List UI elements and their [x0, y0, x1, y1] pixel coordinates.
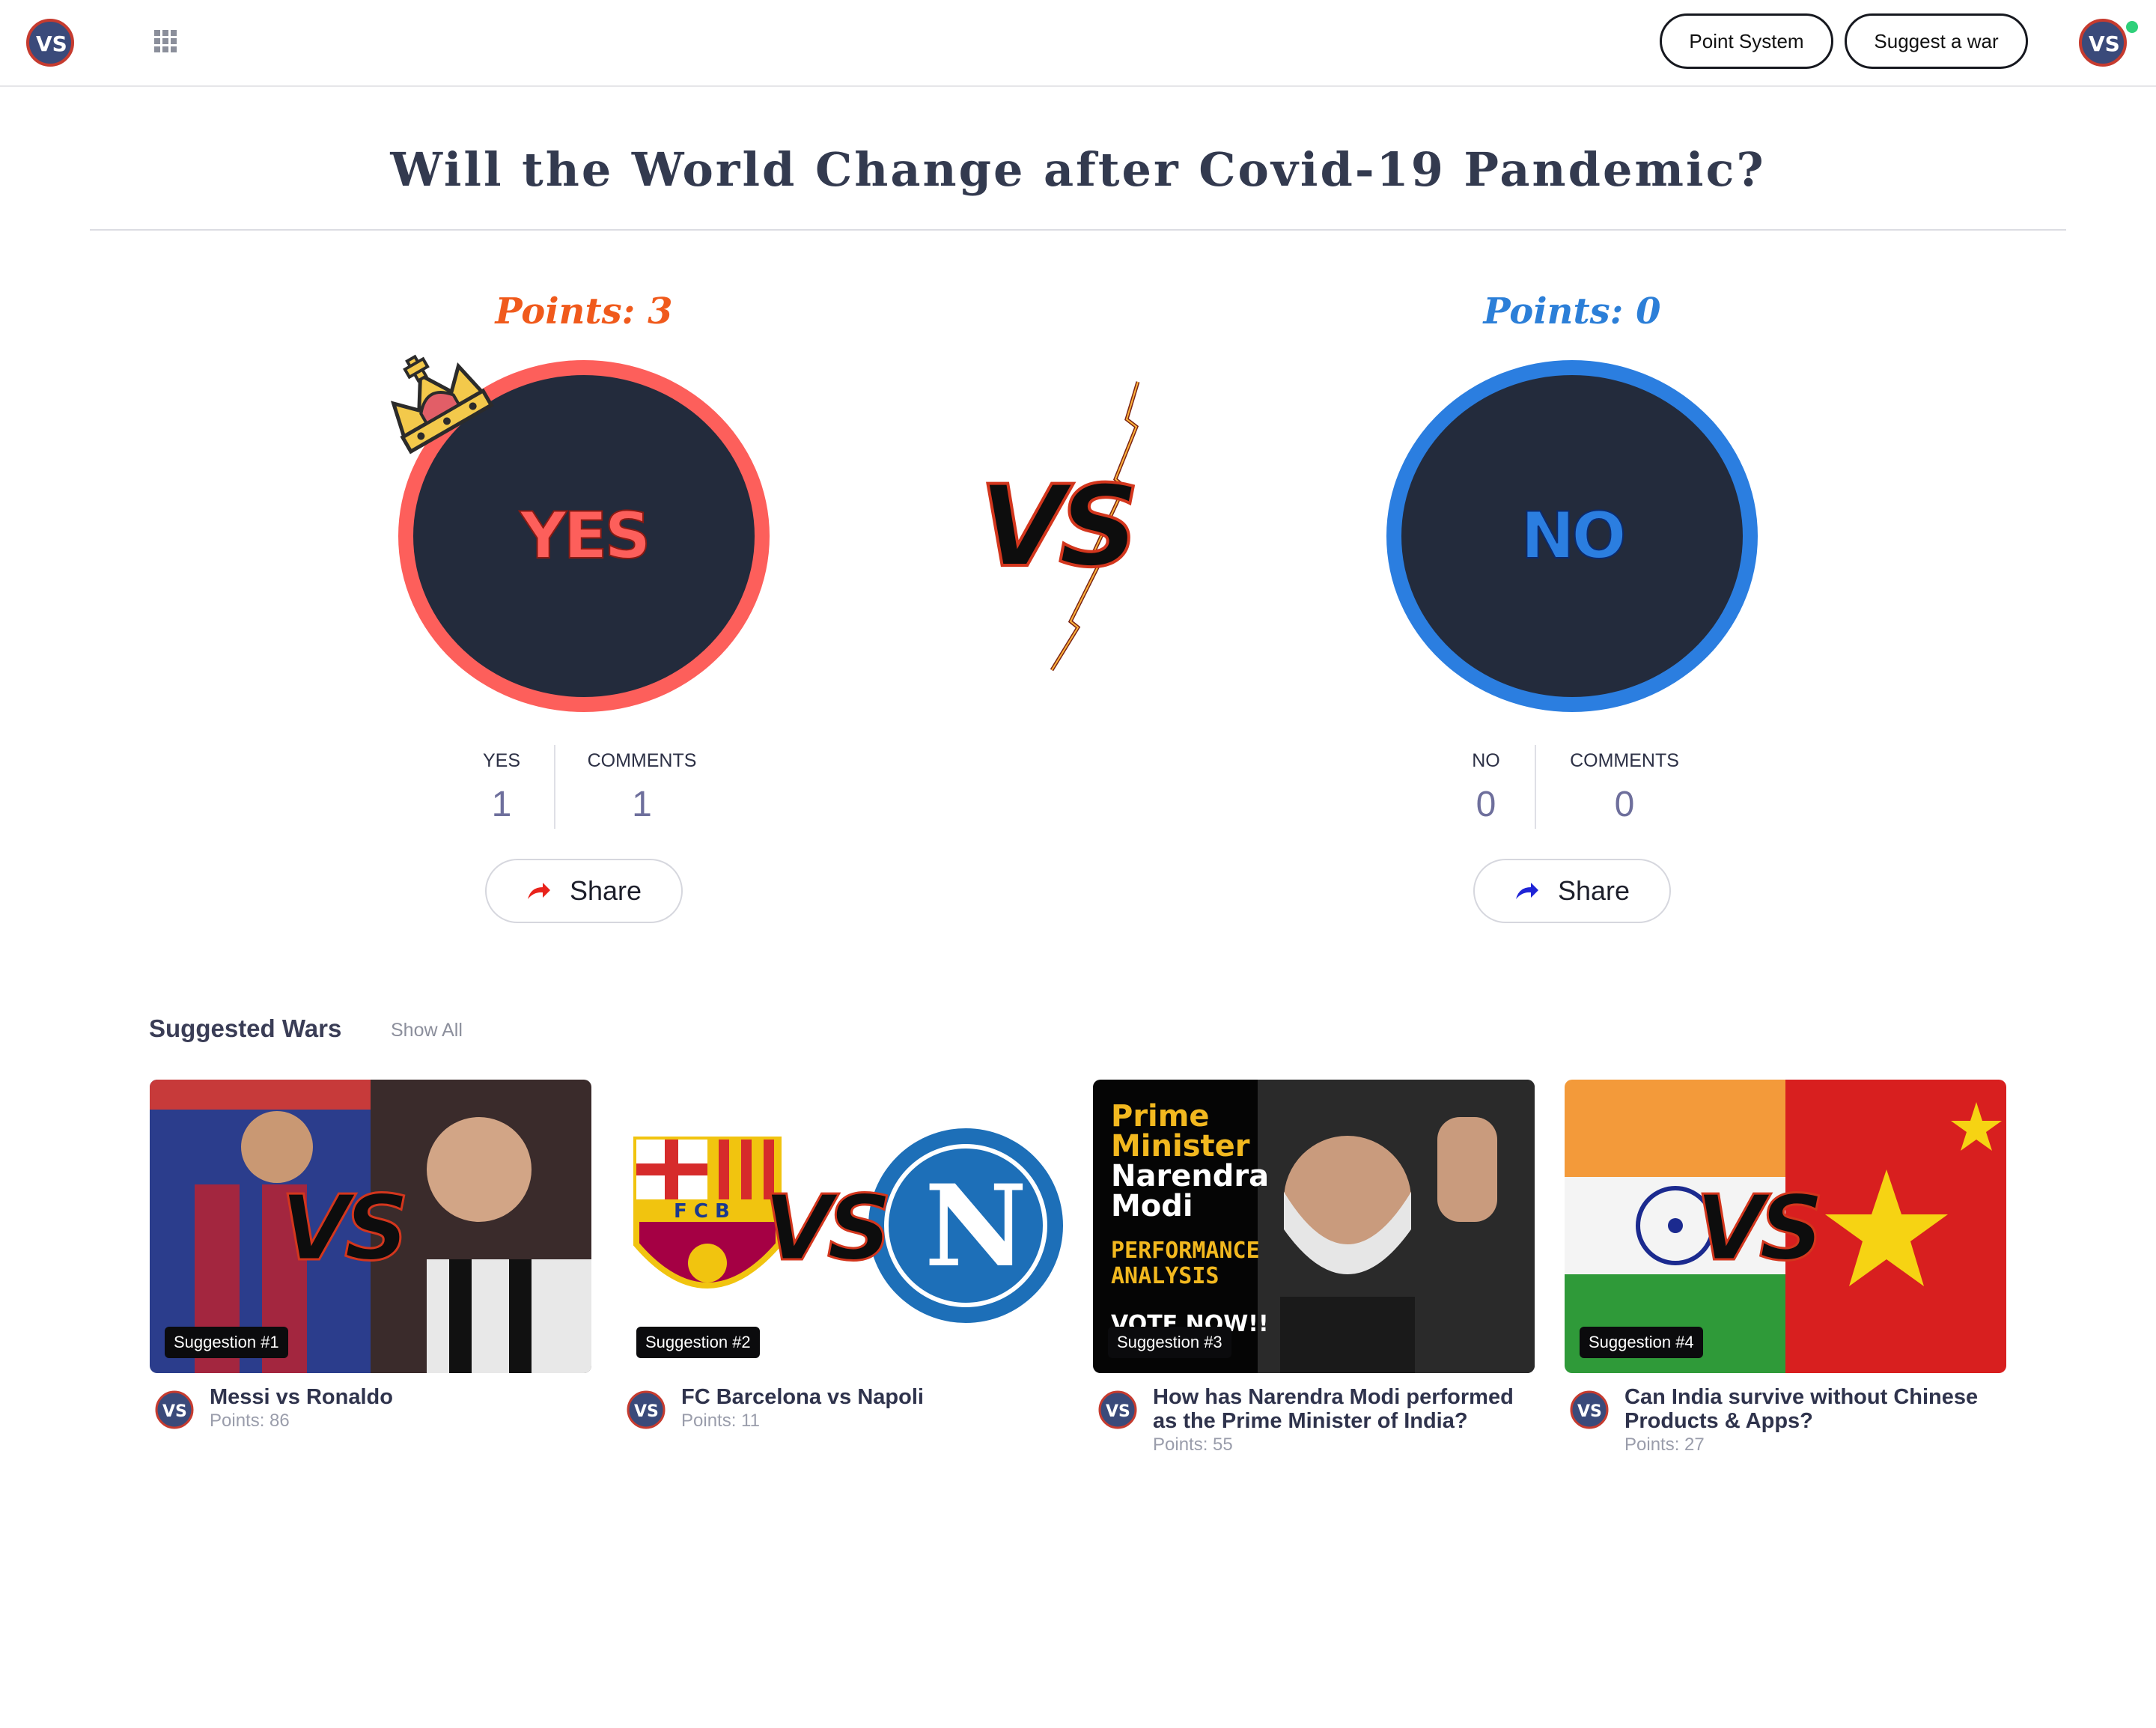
suggestion-card-4-thumbnail[interactable]: VS Suggestion #4 [1565, 1080, 2006, 1373]
no-comments-value: 0 [1614, 785, 1635, 824]
suggestion-card-3-thumbnail[interactable]: Prime Minister Narendra Modi PERFORMANCE… [1093, 1080, 1535, 1373]
svg-text:VS: VS [1577, 1402, 1602, 1421]
suggested-wars-heading: Suggested Wars [149, 1014, 342, 1042]
yes-points: Points: 3 [495, 290, 673, 332]
title-divider [90, 229, 2066, 231]
no-vote-circle[interactable]: NO [1386, 360, 1758, 712]
crown-icon [390, 354, 494, 454]
yes-share-label: Share [569, 875, 642, 906]
yes-circle-label: YES [520, 498, 652, 574]
no-votes-value: 0 [1476, 785, 1496, 824]
yes-comments-value: 1 [632, 785, 652, 824]
no-stat-divider [1535, 745, 1536, 829]
yes-comments-stat: COMMENTS 1 [576, 750, 707, 825]
svg-text:VS: VS [1696, 1177, 1819, 1281]
thumb-line-6: ANALYSIS [1111, 1263, 1219, 1289]
card-4-title[interactable]: Can India survive without Chinese Produc… [1624, 1385, 2014, 1433]
svg-text:VS: VS [2089, 31, 2120, 56]
yes-stat-divider [554, 745, 555, 829]
yes-share-button[interactable]: Share [485, 859, 683, 923]
apps-grid-icon[interactable] [154, 30, 177, 52]
no-comments-stat: COMMENTS 0 [1557, 750, 1692, 825]
card-1-title[interactable]: Messi vs Ronaldo [210, 1385, 584, 1409]
site-logo[interactable]: VS [25, 18, 75, 67]
no-comments-caption: COMMENTS [1570, 750, 1679, 771]
suggestion-badge: Suggestion #4 [1580, 1327, 1703, 1358]
yes-comments-caption: COMMENTS [587, 750, 697, 771]
yes-votes-value: 1 [491, 785, 512, 824]
suggestion-card-2-thumbnail[interactable]: F C B N VS Suggestion #2 [621, 1080, 1063, 1373]
svg-text:VS: VS [764, 1177, 887, 1281]
suggestion-badge: Suggestion #3 [1108, 1327, 1231, 1358]
top-navbar: VS Point System Suggest a war VS [0, 0, 2156, 87]
thumb-line-5: PERFORMANCE [1111, 1238, 1260, 1264]
yes-votes-stat: YES 1 [457, 750, 546, 825]
no-points: Points: 0 [1483, 290, 1661, 332]
point-system-button[interactable]: Point System [1660, 13, 1833, 69]
svg-text:N: N [925, 1160, 1027, 1292]
card-1-avatar: VS [155, 1390, 194, 1429]
card-2-avatar: VS [627, 1390, 666, 1429]
share-arrow-icon [527, 883, 550, 899]
svg-text:VS: VS [979, 462, 1133, 592]
thumb-line-4: Modi [1111, 1189, 1193, 1223]
svg-text:VS: VS [36, 31, 67, 56]
no-share-label: Share [1557, 875, 1630, 906]
svg-text:F C B: F C B [674, 1200, 730, 1223]
no-votes-caption: NO [1472, 750, 1500, 771]
yes-votes-caption: YES [482, 750, 521, 771]
no-votes-stat: NO 0 [1449, 750, 1523, 825]
svg-text:VS: VS [634, 1402, 659, 1421]
card-2-points: Points: 11 [681, 1411, 760, 1431]
user-avatar[interactable]: VS [2078, 18, 2128, 67]
online-status-dot [2125, 19, 2140, 34]
suggest-war-button[interactable]: Suggest a war [1845, 13, 2028, 69]
svg-text:VS: VS [1106, 1402, 1130, 1421]
card-3-avatar: VS [1098, 1390, 1137, 1429]
card-1-points: Points: 86 [210, 1411, 290, 1431]
svg-text:VS: VS [281, 1177, 404, 1281]
svg-text:VS: VS [162, 1402, 187, 1421]
suggestion-badge: Suggestion #2 [636, 1327, 760, 1358]
no-share-button[interactable]: Share [1473, 859, 1671, 923]
suggestion-card-1-thumbnail[interactable]: VS Suggestion #1 [150, 1080, 591, 1373]
suggestion-badge: Suggestion #1 [165, 1327, 288, 1358]
show-all-link[interactable]: Show All [391, 1020, 463, 1041]
card-4-points: Points: 27 [1624, 1435, 1705, 1455]
card-3-points: Points: 55 [1153, 1435, 1233, 1455]
war-title: Will the World Change after Covid-19 Pan… [390, 142, 1766, 197]
share-arrow-icon [1515, 883, 1538, 899]
no-circle-label: NO [1520, 498, 1627, 574]
card-4-avatar: VS [1570, 1390, 1609, 1429]
card-2-title[interactable]: FC Barcelona vs Napoli [681, 1385, 1056, 1409]
card-3-title[interactable]: How has Narendra Modi performed as the P… [1153, 1385, 1542, 1433]
versus-graphic: VS [978, 381, 1142, 672]
